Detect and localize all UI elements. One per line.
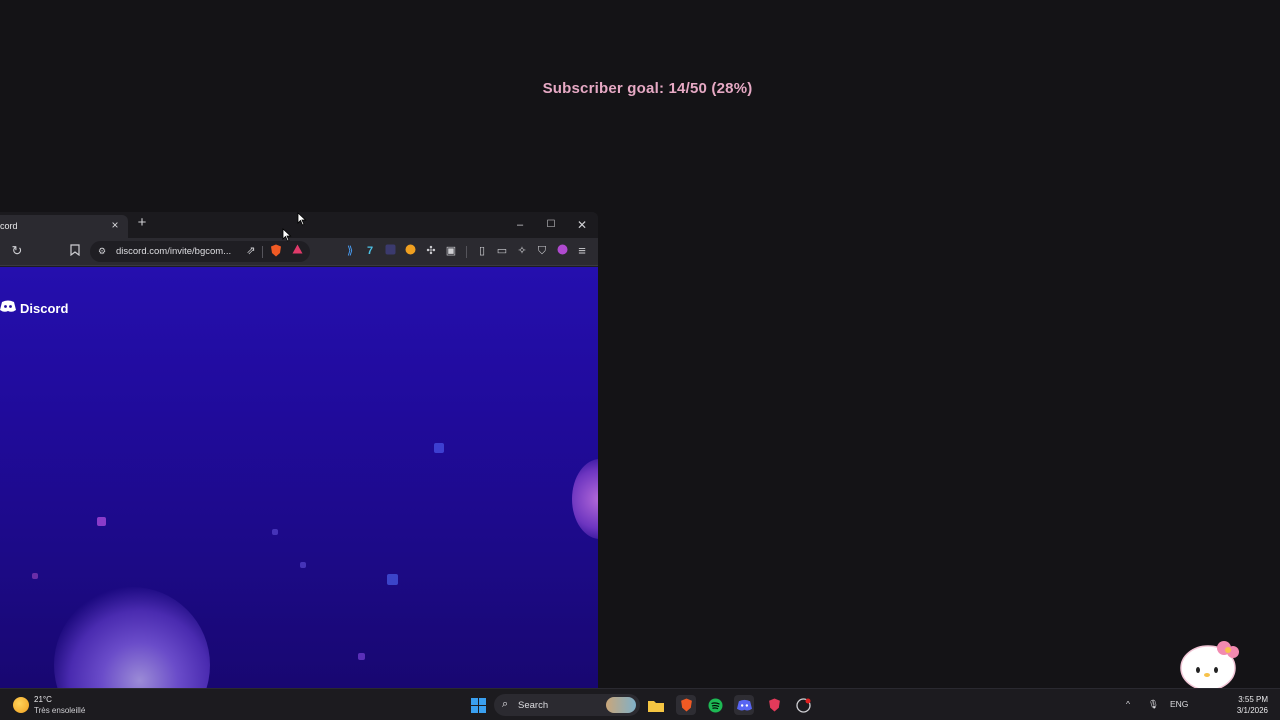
mouse-cursor-icon [297,212,307,226]
background-sparkle [434,443,444,453]
brave-shields-icon[interactable] [269,244,283,258]
profile-avatar-icon[interactable] [555,244,569,258]
obs-studio-icon[interactable] [793,695,813,715]
extension-capture-icon[interactable]: ▣ [444,244,458,258]
extension-coin-icon[interactable] [403,244,417,258]
wallet-icon[interactable]: ▭ [495,244,509,258]
search-icon: ⌕ [502,698,509,710]
discord-brand-name: Discord [20,300,69,316]
brave-rewards-icon[interactable] [290,244,304,258]
new-tab-button[interactable]: + [135,215,149,230]
spotify-icon[interactable] [705,695,725,715]
background-orb [572,459,598,539]
weather-condition[interactable]: Très ensoleillé [34,706,85,715]
brave-browser-icon[interactable] [676,695,696,715]
maximize-button[interactable]: ☐ [543,218,559,232]
clock-date: 3/1/2026 [1236,706,1268,715]
background-sparkle [358,653,365,660]
system-clock[interactable]: 3:55 PM 3/1/2026 [1237,694,1268,716]
tray-overflow-chevron-icon[interactable]: ^ [1126,699,1130,709]
browser-toolbar: ↻ ⚙ discord.com/invite/bgcom... ⇗ ⟫ 7 ✣ … [0,238,598,266]
site-settings-icon[interactable]: ⚙ [95,244,109,258]
clock-time: 3:55 PM [1238,695,1268,704]
extension-translate-icon[interactable]: 7 [363,244,377,258]
discord-app-icon[interactable] [734,695,754,715]
browser-window[interactable]: cord × + – ☐ ✕ ↻ ⚙ discord.com/invite/bg… [0,212,598,688]
search-placeholder: Search [518,700,549,711]
browser-tab[interactable]: cord × [0,215,128,238]
background-sparkle [272,529,278,535]
discord-brand[interactable]: Discord [0,299,68,317]
background-sparkle [32,573,38,579]
search-highlight-image [606,697,636,713]
tab-close-icon[interactable]: × [108,218,122,232]
reload-icon[interactable]: ↻ [10,244,24,258]
sidebar-toggle-icon[interactable]: ▯ [475,244,489,258]
background-sparkle [300,562,306,568]
windows-taskbar: 21°C Très ensoleillé ⌕ Search ^ 🎙 ENG 3:… [0,688,1280,720]
input-language[interactable]: ENG [1170,699,1188,709]
url-text: discord.com/invite/bgcom... [116,246,232,257]
toolbar-divider [262,246,263,258]
minimize-button[interactable]: – [512,218,528,232]
background-orb [54,587,210,688]
bookmark-icon[interactable] [68,244,82,258]
tab-title: cord [0,221,18,231]
windows-start-icon[interactable] [468,695,488,715]
toolbar-divider [466,246,467,258]
background-sparkle [97,517,106,526]
leo-ai-icon[interactable]: ✧ [515,244,529,258]
extension-audio-icon[interactable]: ⟫ [343,244,357,258]
menu-icon[interactable]: ≡ [575,244,589,258]
close-window-button[interactable]: ✕ [574,218,590,232]
microphone-icon[interactable]: 🎙 [1148,699,1159,710]
subscriber-goal-text: Subscriber goal: 14/50 (28%) [542,80,753,97]
mouse-cursor-icon [282,228,292,242]
brave-beta-icon[interactable] [764,695,784,715]
background-sparkle [387,574,398,585]
share-icon[interactable]: ⇗ [244,244,258,258]
weather-sun-icon[interactable] [13,697,29,713]
taskbar-search[interactable]: ⌕ Search [494,694,640,716]
extension-dark-icon[interactable] [383,244,397,258]
extensions-puzzle-icon[interactable]: ✣ [424,244,438,258]
weather-temperature[interactable]: 21°C [34,695,52,704]
discord-logo-icon [0,299,16,317]
discord-invite-page: Discord [0,267,598,688]
vpn-shield-icon[interactable]: ⛉ [535,244,549,258]
file-explorer-icon[interactable] [646,695,666,715]
